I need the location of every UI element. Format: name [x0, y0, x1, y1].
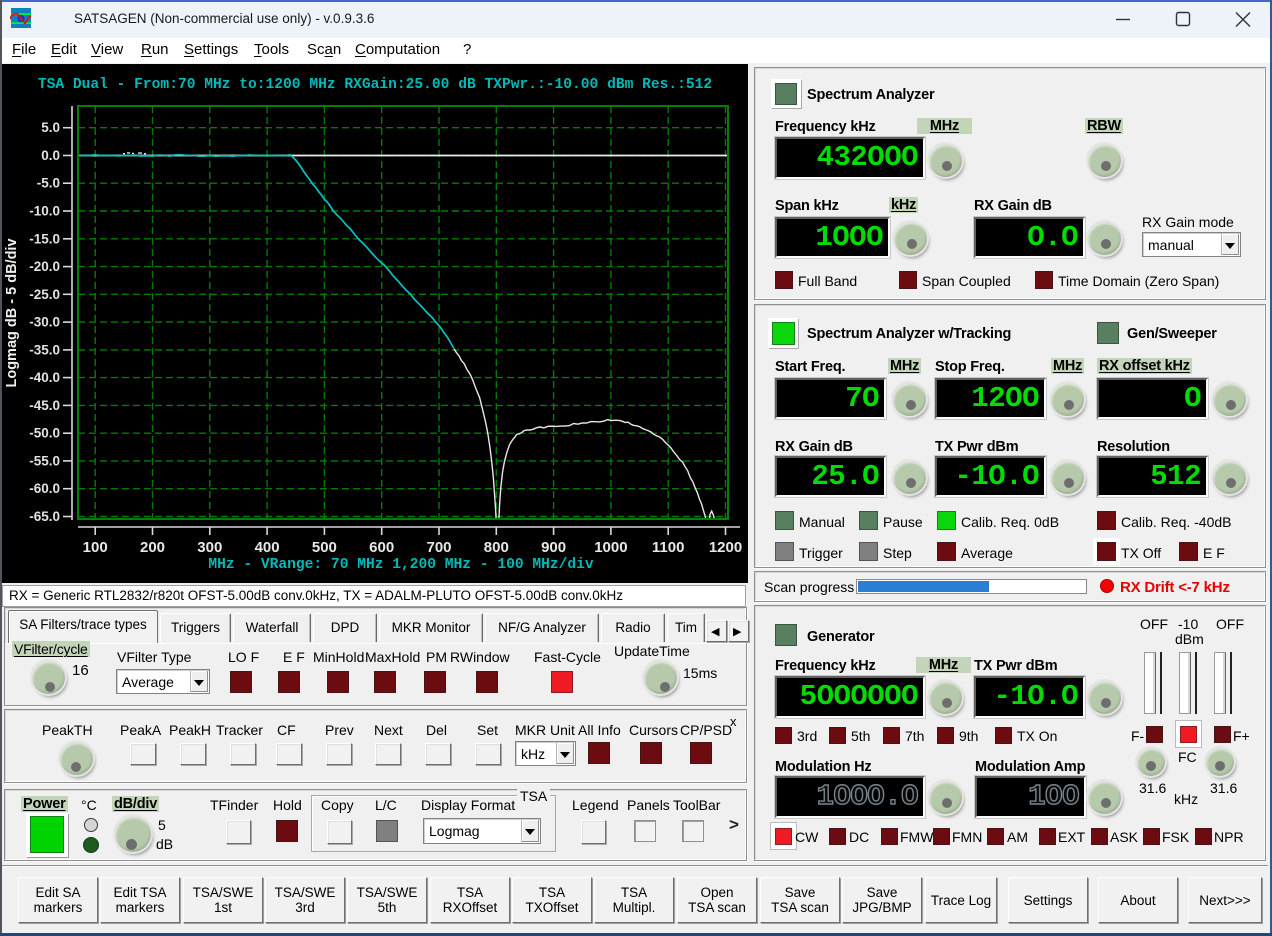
- svg-text:-65.0: -65.0: [29, 509, 60, 524]
- svg-text:400: 400: [255, 539, 280, 556]
- svg-text:900: 900: [541, 539, 566, 556]
- svg-text:-45.0: -45.0: [29, 398, 60, 413]
- svg-text:1200: 1200: [709, 539, 742, 556]
- svg-text:700: 700: [426, 539, 451, 556]
- svg-text:-60.0: -60.0: [29, 481, 60, 496]
- svg-text:1100: 1100: [652, 539, 685, 556]
- svg-text:600: 600: [369, 539, 394, 556]
- svg-text:-25.0: -25.0: [29, 287, 60, 302]
- svg-text:-10.0: -10.0: [29, 204, 60, 219]
- svg-text:100: 100: [83, 539, 108, 556]
- svg-text:1000: 1000: [594, 539, 627, 556]
- svg-text:500: 500: [312, 539, 337, 556]
- svg-text:-30.0: -30.0: [29, 315, 60, 330]
- svg-text:-15.0: -15.0: [29, 231, 60, 246]
- svg-text:800: 800: [484, 539, 509, 556]
- svg-text:-55.0: -55.0: [29, 453, 60, 468]
- svg-text:-40.0: -40.0: [29, 370, 60, 385]
- svg-text:TSA Dual - From:70 MHz to:1200: TSA Dual - From:70 MHz to:1200 MHz RXGai…: [38, 77, 712, 93]
- svg-text:-5.0: -5.0: [37, 176, 60, 191]
- svg-text:300: 300: [197, 539, 222, 556]
- svg-text:0.0: 0.0: [41, 148, 60, 163]
- svg-text:MHz - VRange: 70 MHz 1,200 MHz: MHz - VRange: 70 MHz 1,200 MHz - 100 MHz…: [208, 557, 594, 573]
- svg-text:-20.0: -20.0: [29, 259, 60, 274]
- svg-text:200: 200: [140, 539, 165, 556]
- svg-text:-35.0: -35.0: [29, 342, 60, 357]
- svg-text:Logmag dB - 5 dB/div: Logmag dB - 5 dB/div: [4, 238, 20, 387]
- svg-text:5.0: 5.0: [41, 120, 60, 135]
- svg-text:-50.0: -50.0: [29, 426, 60, 441]
